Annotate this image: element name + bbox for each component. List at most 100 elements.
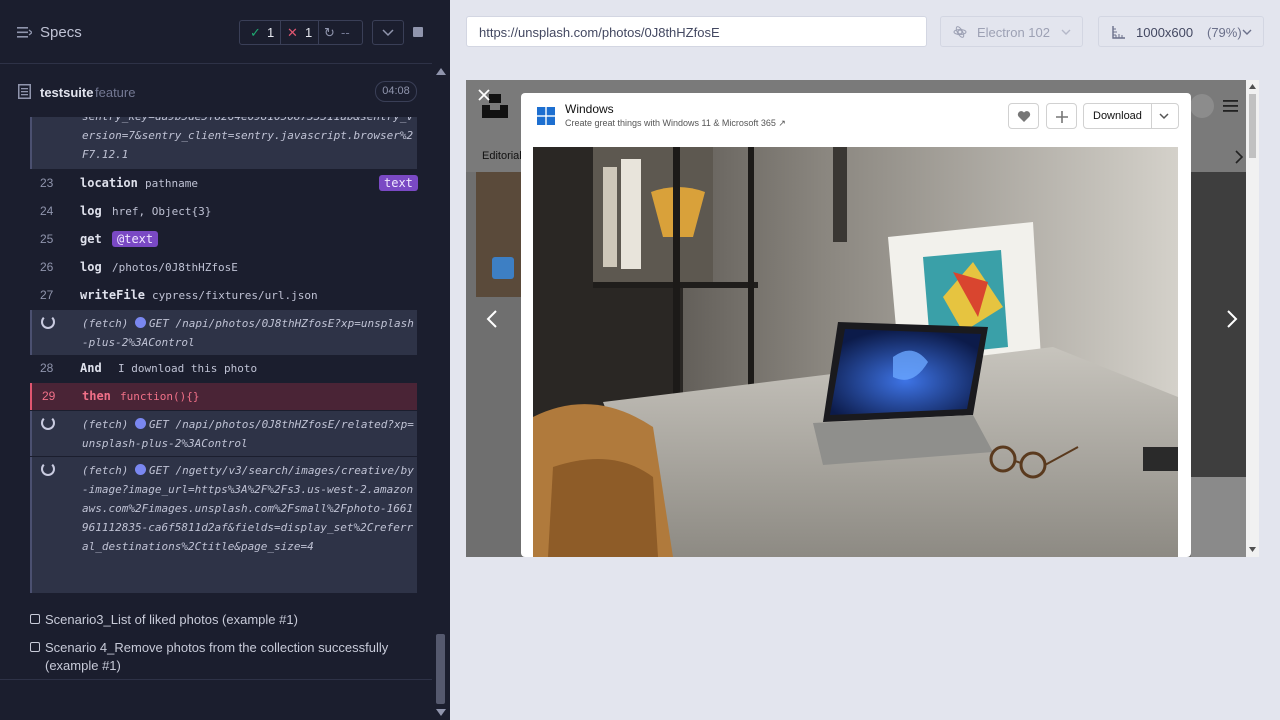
loading-spinner-icon [41, 462, 55, 476]
command-name: writeFile [80, 288, 146, 302]
alias-badge: text [379, 175, 418, 191]
fetch-command[interactable]: (fetch) GET /ngetty/v3/search/images/cre… [30, 457, 417, 593]
sponsor-name[interactable]: Windows [565, 102, 614, 116]
pending-icon: ↻ [324, 25, 335, 40]
suite-kind: feature [95, 85, 136, 100]
browser-label: Electron 102 [977, 25, 1050, 40]
command-name: log [80, 204, 102, 218]
viewport-selector[interactable]: 1000x600 (79%) [1098, 16, 1264, 47]
specs-header: Specs ✓ 1 ✕ 1 ↻ -- [0, 0, 432, 64]
avatar[interactable] [1190, 94, 1214, 118]
app-under-test[interactable]: Editorial Windows Create great things wi… [466, 80, 1259, 557]
specs-title[interactable]: Specs [40, 24, 82, 41]
scenario-label: Scenario 4_Remove photos from the collec… [45, 640, 389, 673]
close-icon[interactable] [477, 88, 491, 102]
loading-spinner-icon [41, 315, 55, 329]
command-name: then [82, 389, 111, 403]
fetch-command[interactable]: (fetch) GET /napi/photos/0J8thHZfosE/rel… [30, 411, 417, 456]
command-row[interactable]: 25 get @text [30, 226, 417, 254]
failed-command-row[interactable]: 29 then function(){} [30, 383, 417, 410]
sponsor-tagline[interactable]: Create great things with Windows 11 & Mi… [565, 118, 786, 129]
download-button[interactable]: Download [1093, 110, 1142, 122]
download-button-group: Download [1083, 103, 1179, 129]
checkbox-icon [30, 614, 40, 624]
laptop-desk-photo [533, 147, 1178, 557]
command-row[interactable]: 24 log href, Object{3} [30, 198, 417, 226]
chevron-down-icon [1242, 29, 1252, 35]
suite-header[interactable]: testsuite feature 04:08 [0, 65, 432, 117]
fetch-command[interactable]: sentry_key=da9b5de5f8264e09810508733311a… [30, 117, 417, 169]
windows-logo-icon [537, 107, 555, 125]
fetch-url: sentry_key=da9b5de5f8264e09810508733311a… [82, 117, 414, 161]
command-row[interactable]: 26 log /photos/0J8thHZfosE [30, 254, 417, 282]
command-message: function(){} [120, 390, 200, 403]
failed-icon: ✕ [287, 25, 298, 40]
fetch-url: GET /napi/photos/0J8thHZfosE?xp=unsplash… [82, 317, 414, 349]
url-bar[interactable]: https://unsplash.com/photos/0J8thHZfosE [466, 16, 927, 47]
background-photo [1191, 477, 1246, 557]
electron-icon [953, 26, 967, 38]
page-scrollbar[interactable] [1246, 80, 1259, 557]
category-tab[interactable]: Editorial [482, 150, 522, 162]
pending-dot-icon [134, 464, 146, 475]
fetch-command[interactable]: (fetch) GET /napi/photos/0J8thHZfosE?xp=… [30, 310, 417, 355]
command-message: I download this photo [118, 362, 258, 375]
checkbox-icon [30, 642, 40, 652]
stop-icon [413, 27, 423, 37]
add-to-collection-button[interactable] [1046, 103, 1077, 129]
like-button[interactable] [1008, 103, 1039, 129]
fetch-detail: (fetch) GET /napi/photos/0J8thHZfosE/rel… [82, 415, 417, 453]
ruler-icon [1112, 26, 1125, 39]
command-log-panel: Specs ✓ 1 ✕ 1 ↻ -- testsuite feature 04:… [0, 0, 450, 720]
loading-spinner-icon [41, 416, 55, 430]
command-row[interactable]: 27 writeFile cypress/fixtures/url.json [30, 282, 417, 310]
fetch-detail: (fetch) GET /ngetty/v3/search/images/cre… [82, 461, 417, 556]
suite-name: testsuite [40, 85, 94, 100]
scroll-up-icon[interactable] [1249, 84, 1256, 89]
viewport-size: 1000x600 [1136, 25, 1194, 40]
scenario-item[interactable]: Scenario 4_Remove photos from the collec… [30, 639, 420, 675]
zoom-level: (79%) [1207, 25, 1242, 40]
pending-dot-icon [134, 418, 146, 429]
menu-icon[interactable] [1223, 99, 1239, 112]
collapse-button[interactable] [372, 20, 404, 45]
scroll-down-icon[interactable] [436, 709, 446, 716]
line-number: 29 [42, 389, 56, 403]
pending-dot-icon [134, 317, 146, 328]
menu-icon[interactable] [17, 26, 32, 39]
scroll-down-icon[interactable] [1249, 547, 1256, 552]
line-number: 23 [40, 176, 54, 190]
alias-badge: @text [112, 231, 159, 247]
plus-icon [1056, 111, 1068, 123]
chevron-right-icon[interactable] [1234, 150, 1244, 164]
browser-selector[interactable]: Electron 102 [940, 16, 1083, 47]
scenario-label: Scenario3_List of liked photos (example … [45, 612, 298, 627]
scroll-thumb[interactable] [1249, 94, 1256, 158]
line-number: 26 [40, 260, 54, 274]
scroll-thumb[interactable] [436, 634, 445, 704]
chevron-left-icon[interactable] [486, 309, 498, 329]
windows-logo-icon [492, 257, 514, 279]
command-message: cypress/fixtures/url.json [152, 289, 318, 302]
command-message: /photos/0J8thHZfosE [112, 261, 238, 274]
command-log-scrollbar[interactable] [433, 64, 448, 720]
command-name: log [80, 260, 102, 274]
stop-button[interactable] [407, 20, 431, 45]
command-row[interactable]: 23 location pathname text [30, 170, 418, 198]
scenario-item[interactable]: Scenario3_List of liked photos (example … [30, 611, 420, 629]
scroll-up-icon[interactable] [436, 68, 446, 75]
failed-count: 1 [305, 25, 313, 40]
command-name: location [80, 176, 138, 190]
chevron-right-icon[interactable] [1226, 309, 1238, 329]
fetch-label: (fetch) [82, 464, 129, 477]
chevron-down-icon [1061, 29, 1071, 35]
photo-image[interactable] [533, 147, 1178, 557]
chevron-down-icon[interactable] [1159, 112, 1169, 120]
document-icon [18, 84, 31, 99]
line-number: 28 [40, 361, 54, 375]
line-number: 25 [40, 232, 54, 246]
command-row[interactable]: 28 And I download this photo [30, 355, 417, 383]
fetch-label: (fetch) [82, 418, 129, 431]
pending-count: -- [341, 25, 350, 40]
passed-count: 1 [267, 25, 275, 40]
